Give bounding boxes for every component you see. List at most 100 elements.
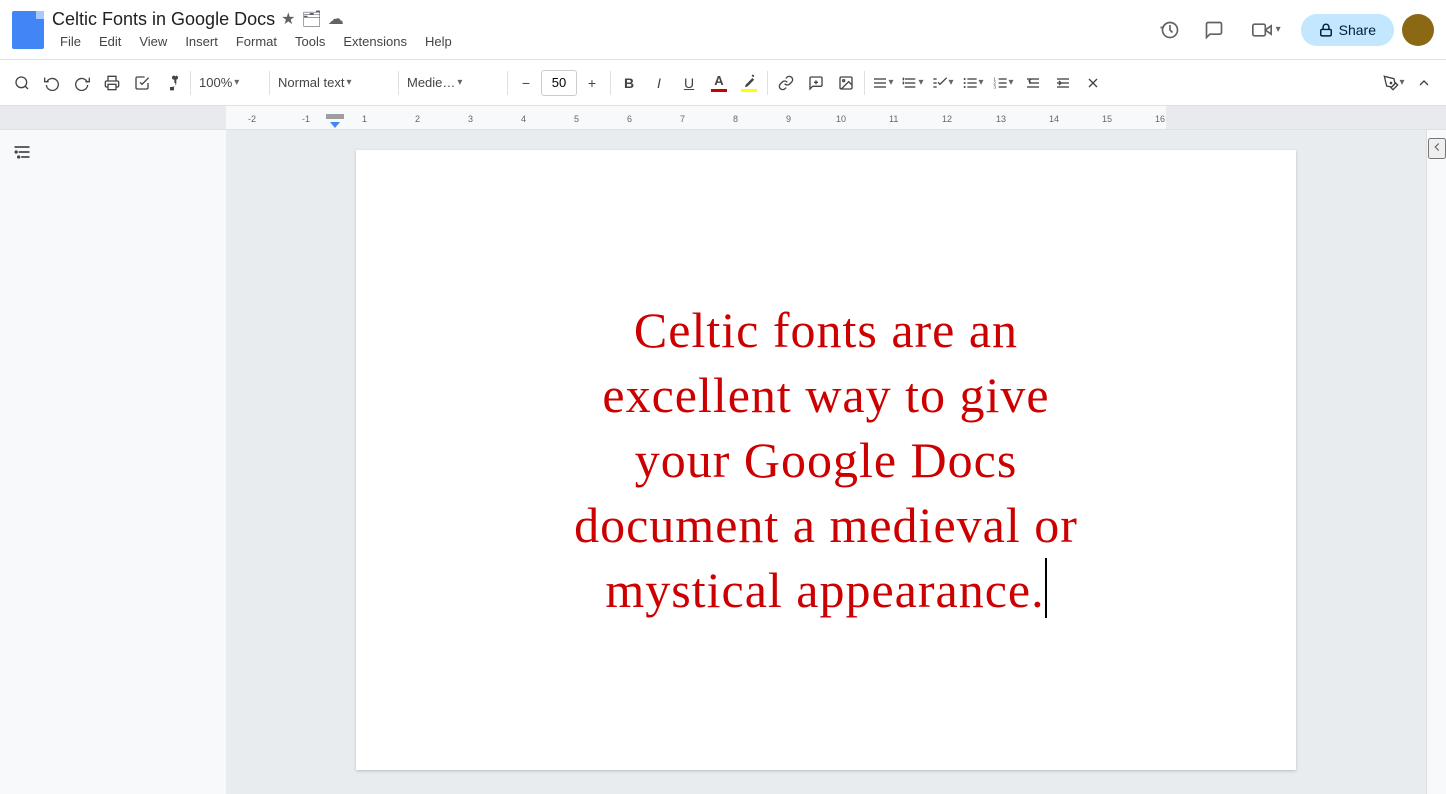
style-value: Normal text bbox=[278, 75, 344, 90]
font-arrow: ▾ bbox=[457, 77, 462, 88]
underline-button[interactable]: U bbox=[675, 69, 703, 97]
line-spacing-button[interactable]: ▾ bbox=[899, 69, 927, 97]
svg-text:2: 2 bbox=[415, 114, 420, 124]
meeting-dropdown: ▾ bbox=[1276, 24, 1281, 35]
svg-text:9: 9 bbox=[786, 114, 791, 124]
menu-view[interactable]: View bbox=[131, 32, 175, 51]
svg-text:4: 4 bbox=[521, 114, 526, 124]
add-comment-button[interactable] bbox=[802, 69, 830, 97]
undo-button[interactable] bbox=[38, 69, 66, 97]
line3: your Google Docs bbox=[635, 432, 1018, 488]
meeting-button[interactable]: ▾ bbox=[1240, 12, 1293, 48]
menu-tools[interactable]: Tools bbox=[287, 32, 333, 51]
doc-canvas-area[interactable]: Celtic fonts are an excellent way to giv… bbox=[226, 130, 1426, 794]
comments-button[interactable] bbox=[1196, 12, 1232, 48]
star-icon[interactable]: ★ bbox=[281, 9, 295, 29]
svg-text:14: 14 bbox=[1049, 114, 1059, 124]
font-size-input[interactable] bbox=[541, 70, 577, 96]
search-button[interactable] bbox=[8, 69, 36, 97]
highlight-indicator bbox=[741, 74, 757, 92]
svg-text:3: 3 bbox=[468, 114, 473, 124]
font-size-increment[interactable]: + bbox=[578, 69, 606, 97]
svg-text:5: 5 bbox=[574, 114, 579, 124]
svg-text:1: 1 bbox=[362, 114, 367, 124]
menu-edit[interactable]: Edit bbox=[91, 32, 129, 51]
svg-text:-2: -2 bbox=[248, 114, 256, 124]
cloud-icon[interactable]: ☁ bbox=[328, 9, 344, 29]
bold-button[interactable]: B bbox=[615, 69, 643, 97]
svg-text:8: 8 bbox=[733, 114, 738, 124]
redo-button[interactable] bbox=[68, 69, 96, 97]
italic-button[interactable]: I bbox=[645, 69, 673, 97]
toolbar: 100% ▾ Normal text ▾ Medie… ▾ − + B I U … bbox=[0, 60, 1446, 106]
svg-text:11: 11 bbox=[889, 114, 898, 124]
increase-indent-button[interactable] bbox=[1049, 69, 1077, 97]
svg-text:-1: -1 bbox=[302, 114, 310, 124]
doc-title-row: Celtic Fonts in Google Docs ★ 🗂 ☁ bbox=[52, 9, 1144, 30]
menu-insert[interactable]: Insert bbox=[177, 32, 226, 51]
highlight-button[interactable] bbox=[735, 69, 763, 97]
align-button[interactable]: ▾ bbox=[869, 69, 897, 97]
checklist-button[interactable]: ▾ bbox=[929, 69, 957, 97]
divider-5 bbox=[610, 71, 611, 95]
left-sidebar bbox=[0, 130, 226, 794]
menu-help[interactable]: Help bbox=[417, 32, 460, 51]
style-arrow: ▾ bbox=[346, 77, 351, 88]
highlight-bar bbox=[741, 89, 757, 92]
text-color-indicator: A bbox=[711, 73, 727, 92]
doc-content[interactable]: Celtic fonts are an excellent way to giv… bbox=[436, 298, 1216, 623]
history-button[interactable] bbox=[1152, 12, 1188, 48]
numbered-list-button[interactable]: 1 2 3 ▾ bbox=[989, 69, 1017, 97]
decrease-indent-button[interactable] bbox=[1019, 69, 1047, 97]
divider-2 bbox=[269, 71, 270, 95]
menu-format[interactable]: Format bbox=[228, 32, 285, 51]
zoom-value: 100% bbox=[199, 75, 232, 90]
divider-3 bbox=[398, 71, 399, 95]
right-sidebar bbox=[1426, 130, 1446, 794]
drive-icon[interactable]: 🗂 bbox=[301, 9, 321, 29]
paint-format-button[interactable] bbox=[158, 69, 186, 97]
svg-text:15: 15 bbox=[1102, 114, 1112, 124]
doc-page[interactable]: Celtic fonts are an excellent way to giv… bbox=[356, 150, 1296, 770]
menu-extensions[interactable]: Extensions bbox=[335, 32, 415, 51]
ruler-svg: -2 -1 1 2 3 4 5 6 7 8 9 10 11 12 13 14 1… bbox=[0, 106, 1446, 130]
menu-file[interactable]: File bbox=[52, 32, 89, 51]
divider-6 bbox=[767, 71, 768, 95]
font-value: Medie… bbox=[407, 75, 455, 90]
style-select[interactable]: Normal text ▾ bbox=[274, 69, 394, 97]
svg-text:16: 16 bbox=[1155, 114, 1165, 124]
collapse-toolbar-button[interactable] bbox=[1410, 69, 1438, 97]
font-size-decrement[interactable]: − bbox=[512, 69, 540, 97]
spellcheck-button[interactable] bbox=[128, 69, 156, 97]
collapse-right-button[interactable] bbox=[1428, 138, 1446, 159]
link-button[interactable] bbox=[772, 69, 800, 97]
text-color-button[interactable]: A bbox=[705, 69, 733, 97]
doc-title: Celtic Fonts in Google Docs bbox=[52, 9, 275, 30]
title-section: Celtic Fonts in Google Docs ★ 🗂 ☁ File E… bbox=[52, 9, 1144, 51]
pen-mode-button[interactable]: ▾ bbox=[1380, 69, 1408, 97]
line2: excellent way to give bbox=[602, 367, 1049, 423]
clear-format-button[interactable] bbox=[1079, 69, 1107, 97]
zoom-arrow: ▾ bbox=[234, 77, 239, 88]
svg-text:7: 7 bbox=[680, 114, 685, 124]
print-button[interactable] bbox=[98, 69, 126, 97]
share-label: Share bbox=[1339, 22, 1376, 38]
font-select[interactable]: Medie… ▾ bbox=[403, 69, 503, 97]
svg-text:6: 6 bbox=[627, 114, 632, 124]
main-area: Celtic fonts are an excellent way to giv… bbox=[0, 130, 1446, 794]
line1: Celtic fonts are an bbox=[634, 302, 1018, 358]
divider-1 bbox=[190, 71, 191, 95]
divider-4 bbox=[507, 71, 508, 95]
bullet-list-button[interactable]: ▾ bbox=[959, 69, 987, 97]
doc-icon bbox=[12, 11, 44, 49]
outline-toggle[interactable] bbox=[12, 142, 32, 167]
svg-text:3: 3 bbox=[994, 84, 997, 89]
share-button[interactable]: Share bbox=[1301, 14, 1394, 46]
image-button[interactable] bbox=[832, 69, 860, 97]
svg-text:13: 13 bbox=[996, 114, 1006, 124]
title-actions: ▾ Share bbox=[1152, 12, 1434, 48]
text-cursor bbox=[1045, 558, 1047, 618]
avatar[interactable] bbox=[1402, 14, 1434, 46]
menu-bar: File Edit View Insert Format Tools Exten… bbox=[52, 32, 1144, 51]
zoom-select[interactable]: 100% ▾ bbox=[195, 69, 265, 97]
